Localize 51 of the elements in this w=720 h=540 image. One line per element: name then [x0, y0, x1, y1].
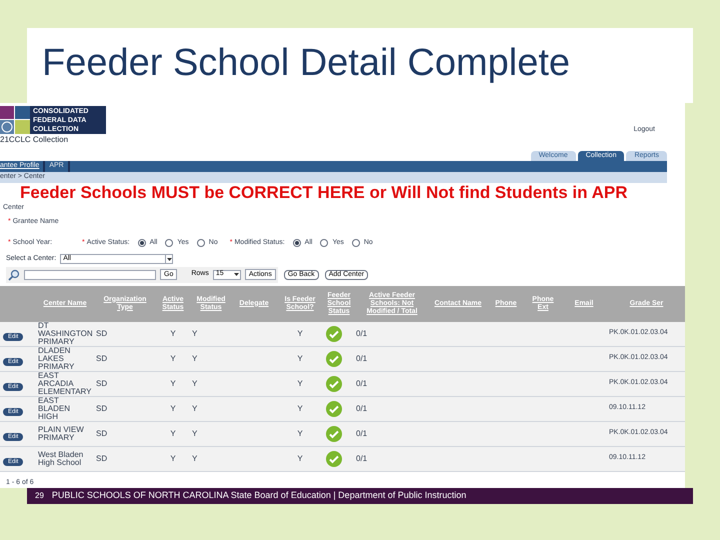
table-cell: Y [190, 371, 232, 396]
table-cell: DT WASHINGTON PRIMARY [36, 322, 94, 346]
table-cell: Y [156, 396, 190, 421]
table-cell: Y [276, 396, 324, 421]
table-cell: Y [190, 396, 232, 421]
table-cell: Y [190, 346, 232, 371]
table-cell: Y [190, 322, 232, 346]
caret-icon [234, 273, 239, 276]
table-cell: Y [276, 322, 324, 346]
table-cell: Y [156, 322, 190, 346]
table-cell: Y [276, 421, 324, 446]
table-cell: SD [94, 346, 156, 371]
table-cell: 0/1 [354, 346, 430, 371]
table-cell: EAST BLADEN HIGH [36, 396, 94, 421]
table-cell: Y [276, 346, 324, 371]
table-cell: SD [94, 446, 156, 471]
footer-text: PUBLIC SCHOOLS OF NORTH CAROLINA State Board of Education | Department of Public Instruction [52, 489, 466, 502]
table-cell: PLAIN VIEW PRIMARY [36, 421, 94, 446]
radio-button[interactable] [165, 238, 174, 247]
search-icon [8, 268, 20, 280]
table-cell: 0/1 [354, 322, 430, 346]
table-cell: SD [94, 371, 156, 396]
radio-button[interactable] [352, 238, 360, 247]
table-cell: 0/1 [354, 421, 430, 446]
table-cell: Y [190, 421, 232, 446]
table-cell: SD [94, 322, 156, 346]
table-cell: Y [276, 371, 324, 396]
table-cell: EAST ARCADIA ELEMENTARY [36, 371, 94, 396]
table-cell: Y [276, 446, 324, 471]
collection-label: 21CCLC Collection [0, 134, 70, 146]
table-cell: 0/1 [354, 446, 430, 471]
table-cell: Y [156, 421, 190, 446]
table-cell: Y [156, 346, 190, 371]
table-cell: Y [156, 446, 190, 471]
table-cell: Y [190, 446, 232, 471]
slide-title: Feeder School Detail Complete [42, 44, 570, 82]
caret-icon [165, 255, 172, 264]
radio-button[interactable] [196, 238, 205, 247]
table-cell: SD [94, 421, 156, 446]
radio-button[interactable] [138, 238, 146, 247]
table-cell: West Bladen High School [36, 446, 94, 471]
table-cell: 0/1 [354, 371, 430, 396]
radio-button[interactable] [320, 238, 328, 247]
search-field[interactable] [24, 270, 156, 280]
radio-button[interactable] [292, 238, 301, 247]
page-number: 29 [35, 490, 44, 502]
table-cell: 0/1 [354, 396, 430, 421]
warning-text: Feeder Schools MUST be CORRECT HERE or Will Not find Students in APR [20, 182, 628, 202]
table-cell: DLADEN LAKES PRIMARY [36, 346, 94, 371]
table-cell: Y [156, 371, 190, 396]
table-cell: SD [94, 396, 156, 421]
